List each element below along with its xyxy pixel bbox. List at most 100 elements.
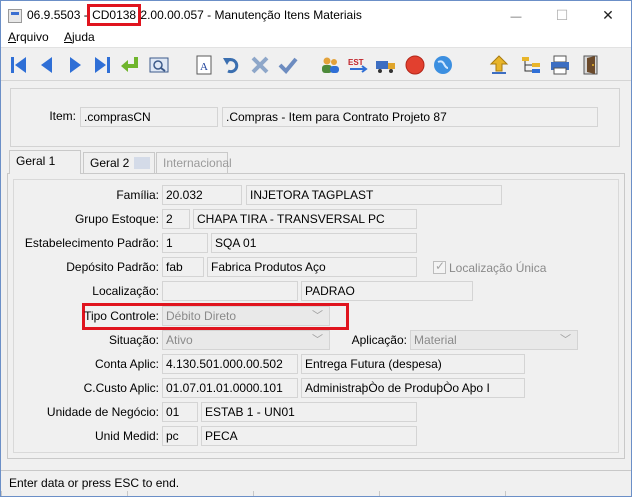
return-button[interactable] bbox=[118, 53, 142, 77]
deposito-description-field[interactable]: Fabrica Produtos Aço bbox=[207, 257, 417, 277]
main-panel: Item: .comprasCN .Compras - Item para Co… bbox=[1, 82, 631, 470]
familia-description-field[interactable]: INJETORA TAGPLAST bbox=[246, 185, 502, 205]
title-suffix: 2.00.00.057 - Manutenção Itens Materiais bbox=[137, 8, 362, 22]
zoom-icon bbox=[149, 57, 169, 73]
item-code-field[interactable]: .comprasCN bbox=[80, 107, 218, 127]
situacao-label: Situação: bbox=[108, 333, 159, 347]
conta-aplic-label: Conta Aplic: bbox=[94, 357, 159, 371]
unid-medida-code-field[interactable]: pc bbox=[162, 426, 198, 446]
est-icon: EST bbox=[348, 58, 368, 73]
aplicacao-select[interactable]: Material ﹀ bbox=[410, 330, 578, 350]
globe-button[interactable] bbox=[431, 53, 455, 77]
first-record-button[interactable] bbox=[7, 53, 31, 77]
chevron-down-icon: ﹀ bbox=[560, 334, 571, 346]
unidade-negocio-code-field[interactable]: 01 bbox=[162, 402, 198, 422]
localizacao-code-field[interactable] bbox=[162, 281, 298, 301]
tipo-controle-label: Tipo Controle: bbox=[84, 309, 159, 323]
localizacao-unica-label: Localização Única bbox=[449, 261, 547, 275]
chevron-down-icon: ﹀ bbox=[312, 310, 323, 322]
title-prefix: 06.9.5503 - bbox=[27, 8, 92, 22]
maximize-icon: ☐ bbox=[555, 7, 569, 23]
localizacao-label: Localização: bbox=[92, 284, 159, 298]
aplicacao-label: Aplicação: bbox=[351, 333, 407, 347]
est-icon-label: EST bbox=[348, 58, 364, 67]
toolbar: A EST bbox=[1, 47, 631, 81]
ccusto-aplic-code-field[interactable]: 01.07.01.01.0000.101 bbox=[162, 378, 298, 398]
menu-bar: Arquivo Ajuda bbox=[1, 29, 631, 47]
users-icon bbox=[322, 57, 339, 73]
unid-medida-label: Unid Medid: bbox=[94, 429, 159, 443]
situacao-select[interactable]: Ativo ﹀ bbox=[162, 330, 330, 350]
stop-icon bbox=[405, 55, 425, 75]
exit-button[interactable] bbox=[580, 53, 604, 77]
tree-button[interactable] bbox=[519, 53, 543, 77]
truck-icon bbox=[376, 61, 395, 73]
upload-icon bbox=[489, 55, 509, 74]
minimize-button[interactable]: — bbox=[493, 1, 539, 29]
return-icon bbox=[121, 57, 138, 72]
status-text: Enter data or press ESC to end. bbox=[9, 476, 180, 490]
tree-icon bbox=[522, 57, 540, 73]
stop-button[interactable] bbox=[403, 53, 427, 77]
conta-aplic-code-field[interactable]: 4.130.501.000.00.502 bbox=[162, 354, 298, 374]
add-button[interactable]: A bbox=[192, 53, 216, 77]
close-icon: ✕ bbox=[602, 7, 614, 23]
application-window: 06.9.5503 - CD0138 2.00.00.057 - Manuten… bbox=[0, 0, 632, 497]
localizacao-unica-checkbox[interactable] bbox=[433, 259, 446, 274]
exit-icon bbox=[583, 55, 598, 75]
window-title: 06.9.5503 - CD0138 2.00.00.057 - Manuten… bbox=[27, 4, 362, 26]
familia-label: Família: bbox=[116, 188, 159, 202]
app-icon bbox=[8, 9, 22, 23]
menu-arquivo[interactable]: Arquivo bbox=[8, 30, 49, 44]
tipo-controle-select[interactable]: Débito Direto ﹀ bbox=[162, 306, 330, 326]
program-code-highlight: CD0138 bbox=[87, 4, 142, 26]
minimize-icon: — bbox=[510, 11, 522, 23]
ccusto-aplic-label: C.Custo Aplic: bbox=[83, 381, 159, 395]
deposito-code-field[interactable]: fab bbox=[162, 257, 204, 277]
item-label: Item: bbox=[49, 109, 76, 123]
grupo-estoque-description-field[interactable]: CHAPA TIRA - TRANSVERSAL PC bbox=[193, 209, 417, 229]
undo-icon bbox=[223, 58, 239, 74]
print-button[interactable] bbox=[548, 53, 572, 77]
last-record-button[interactable] bbox=[90, 53, 114, 77]
prev-record-icon bbox=[41, 57, 52, 73]
grupo-estoque-code-field[interactable]: 2 bbox=[162, 209, 190, 229]
conta-aplic-description-field[interactable]: Entrega Futura (despesa) bbox=[301, 354, 525, 374]
confirm-icon bbox=[278, 57, 298, 74]
first-record-icon bbox=[11, 57, 26, 73]
close-button[interactable]: ✕ bbox=[585, 1, 631, 29]
undo-button[interactable] bbox=[220, 53, 244, 77]
tab-internacional[interactable]: Internacional bbox=[156, 152, 232, 174]
deposito-label: Depósito Padrão: bbox=[66, 260, 159, 274]
unidade-negocio-description-field[interactable]: ESTAB 1 - UN01 bbox=[201, 402, 417, 422]
localizacao-description-field[interactable]: PADRAO bbox=[301, 281, 473, 301]
status-panes bbox=[1, 491, 631, 496]
next-record-button[interactable] bbox=[63, 53, 87, 77]
unidade-negocio-label: Unidade de Negócio: bbox=[46, 405, 159, 419]
estabelecimento-code-field[interactable]: 1 bbox=[162, 233, 208, 253]
add-icon: A bbox=[196, 55, 212, 75]
cancel-button[interactable] bbox=[248, 53, 272, 77]
estabelecimento-label: Estabelecimento Padrão: bbox=[24, 236, 159, 250]
zoom-button[interactable] bbox=[147, 53, 171, 77]
maximize-button[interactable]: ☐ bbox=[539, 1, 585, 29]
grupo-estoque-label: Grupo Estoque: bbox=[74, 212, 159, 226]
est-button[interactable]: EST bbox=[346, 53, 370, 77]
add-icon-letter: A bbox=[200, 61, 208, 73]
item-description-field[interactable]: .Compras - Item para Contrato Projeto 87 bbox=[222, 107, 598, 127]
estabelecimento-description-field[interactable]: SQA 01 bbox=[211, 233, 417, 253]
prev-record-button[interactable] bbox=[35, 53, 59, 77]
ccusto-aplic-description-field[interactable]: AdministraþÒo de ProduþÒo Aþo I bbox=[301, 378, 525, 398]
truck-button[interactable] bbox=[374, 53, 398, 77]
upload-button[interactable] bbox=[487, 53, 511, 77]
print-icon bbox=[551, 55, 569, 75]
tab-geral-1[interactable]: Geral 1 bbox=[9, 150, 81, 174]
users-button[interactable] bbox=[318, 53, 342, 77]
chevron-down-icon: ﹀ bbox=[312, 334, 323, 346]
familia-code-field[interactable]: 20.032 bbox=[162, 185, 242, 205]
tab-geral-2[interactable]: Geral 2 bbox=[83, 152, 155, 174]
last-record-icon bbox=[95, 57, 110, 73]
unid-medida-description-field[interactable]: PECA bbox=[201, 426, 417, 446]
confirm-button[interactable] bbox=[276, 53, 300, 77]
menu-ajuda[interactable]: Ajuda bbox=[64, 30, 95, 44]
